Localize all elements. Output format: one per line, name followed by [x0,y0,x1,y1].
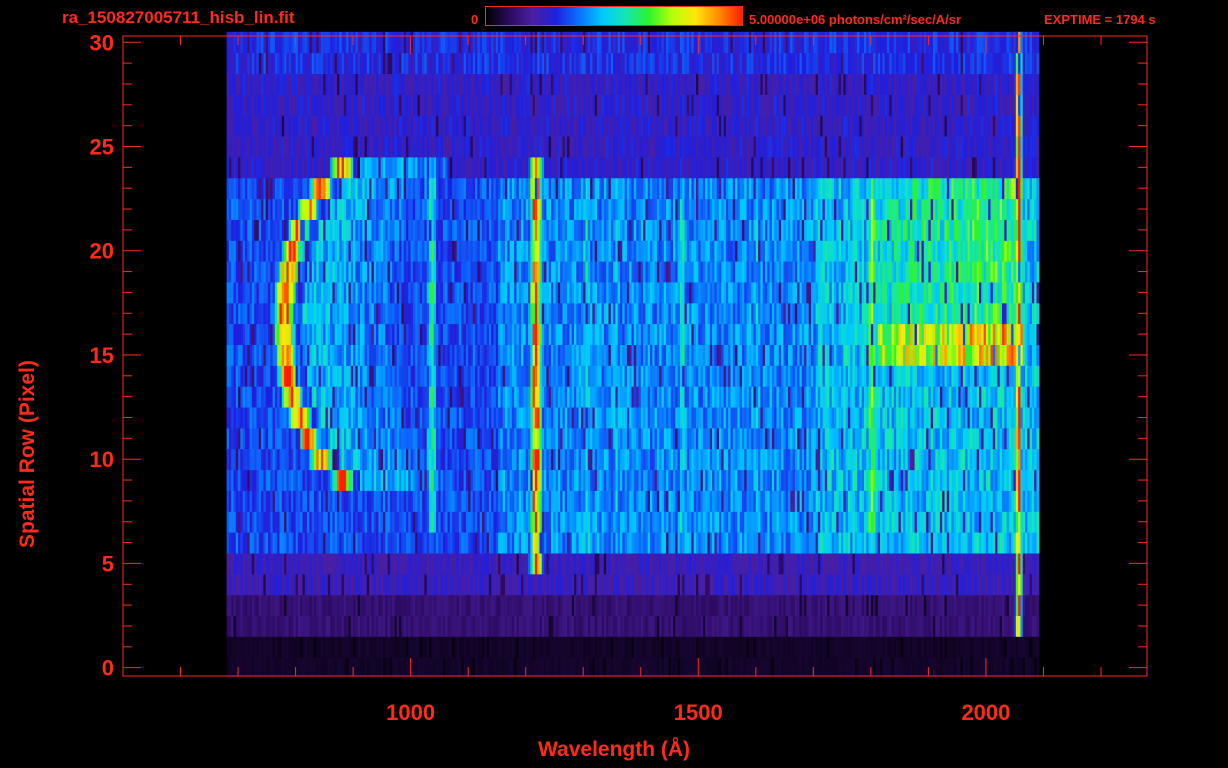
heatmap-cell [1036,407,1040,429]
heatmap-cell [1036,386,1040,408]
heatmap-cell [1036,490,1040,512]
heatmap-cell [1036,511,1040,533]
heatmap-cell [1036,594,1040,616]
heatmap-cell [1036,553,1040,575]
heatmap-cell [1036,448,1040,471]
heatmap-cell [1036,427,1040,450]
heatmap-cell [1036,573,1040,596]
heatmap-cell [1036,615,1040,637]
heatmap-cell [1036,469,1040,491]
heatmap-image [226,31,1040,679]
heatmap-cell [1036,657,1040,679]
heatmap-cell [1036,636,1040,658]
spectrum-plot: 1000 1500 2000051015202530 [90,30,1148,725]
heatmap-cell [1036,532,1040,554]
